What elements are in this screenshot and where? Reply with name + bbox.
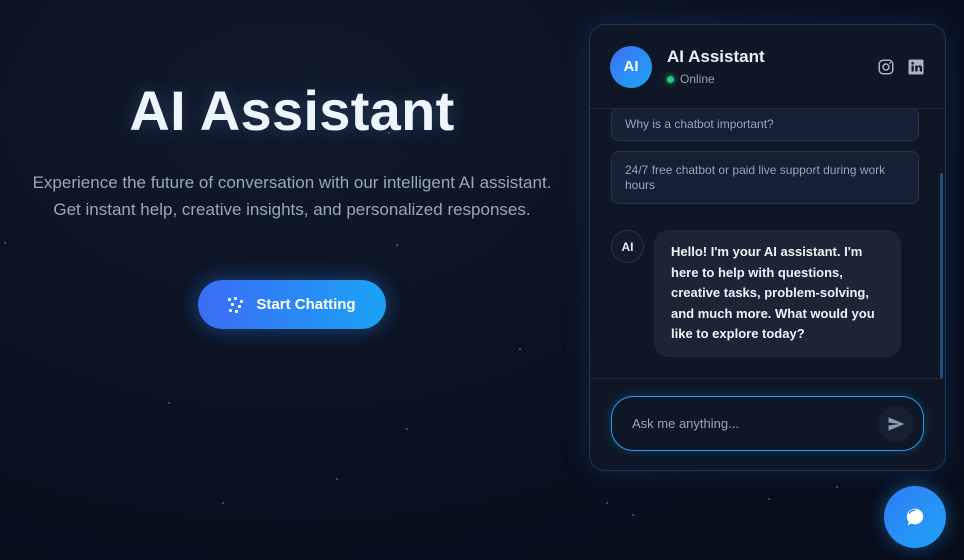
message-list[interactable]: Why is a chatbot important? 24/7 free ch… bbox=[590, 109, 945, 381]
chat-title: AI Assistant bbox=[667, 47, 765, 66]
chat-toggle-button[interactable] bbox=[884, 486, 946, 548]
start-chatting-button[interactable]: Start Chatting bbox=[198, 280, 386, 329]
suggestion-chip[interactable]: 24/7 free chatbot or paid live support d… bbox=[611, 151, 919, 204]
linkedin-icon[interactable] bbox=[907, 58, 925, 76]
start-chatting-label: Start Chatting bbox=[256, 296, 356, 313]
assistant-avatar: AI bbox=[610, 45, 652, 88]
status-indicator: Online bbox=[667, 72, 765, 86]
online-dot bbox=[667, 75, 674, 83]
chat-header: AI AI Assistant Online bbox=[590, 25, 945, 109]
send-button[interactable] bbox=[878, 406, 914, 442]
instagram-icon[interactable] bbox=[877, 58, 895, 76]
chat-widget: AI AI Assistant Online Why is a chatbot … bbox=[589, 24, 946, 471]
message-input-wrapper bbox=[611, 396, 924, 451]
scrollbar[interactable] bbox=[940, 173, 943, 381]
sparkle-icon bbox=[228, 296, 244, 313]
bot-message-bubble: Hello! I'm your AI assistant. I'm here t… bbox=[654, 230, 901, 357]
bot-message-row: AI Hello! I'm your AI assistant. I'm her… bbox=[611, 230, 901, 357]
message-input[interactable] bbox=[632, 397, 862, 450]
hero-title: AI Assistant bbox=[129, 79, 455, 142]
chat-input-area bbox=[590, 378, 945, 470]
hero-section: AI Assistant Experience the future of co… bbox=[22, 78, 562, 223]
suggestion-chip[interactable]: Why is a chatbot important? bbox=[611, 109, 919, 141]
send-icon bbox=[888, 417, 905, 431]
chat-bubble-icon bbox=[906, 508, 924, 526]
status-text: Online bbox=[680, 72, 715, 86]
hero-subtitle: Experience the future of conversation wi… bbox=[32, 173, 552, 219]
bot-avatar: AI bbox=[611, 230, 644, 263]
